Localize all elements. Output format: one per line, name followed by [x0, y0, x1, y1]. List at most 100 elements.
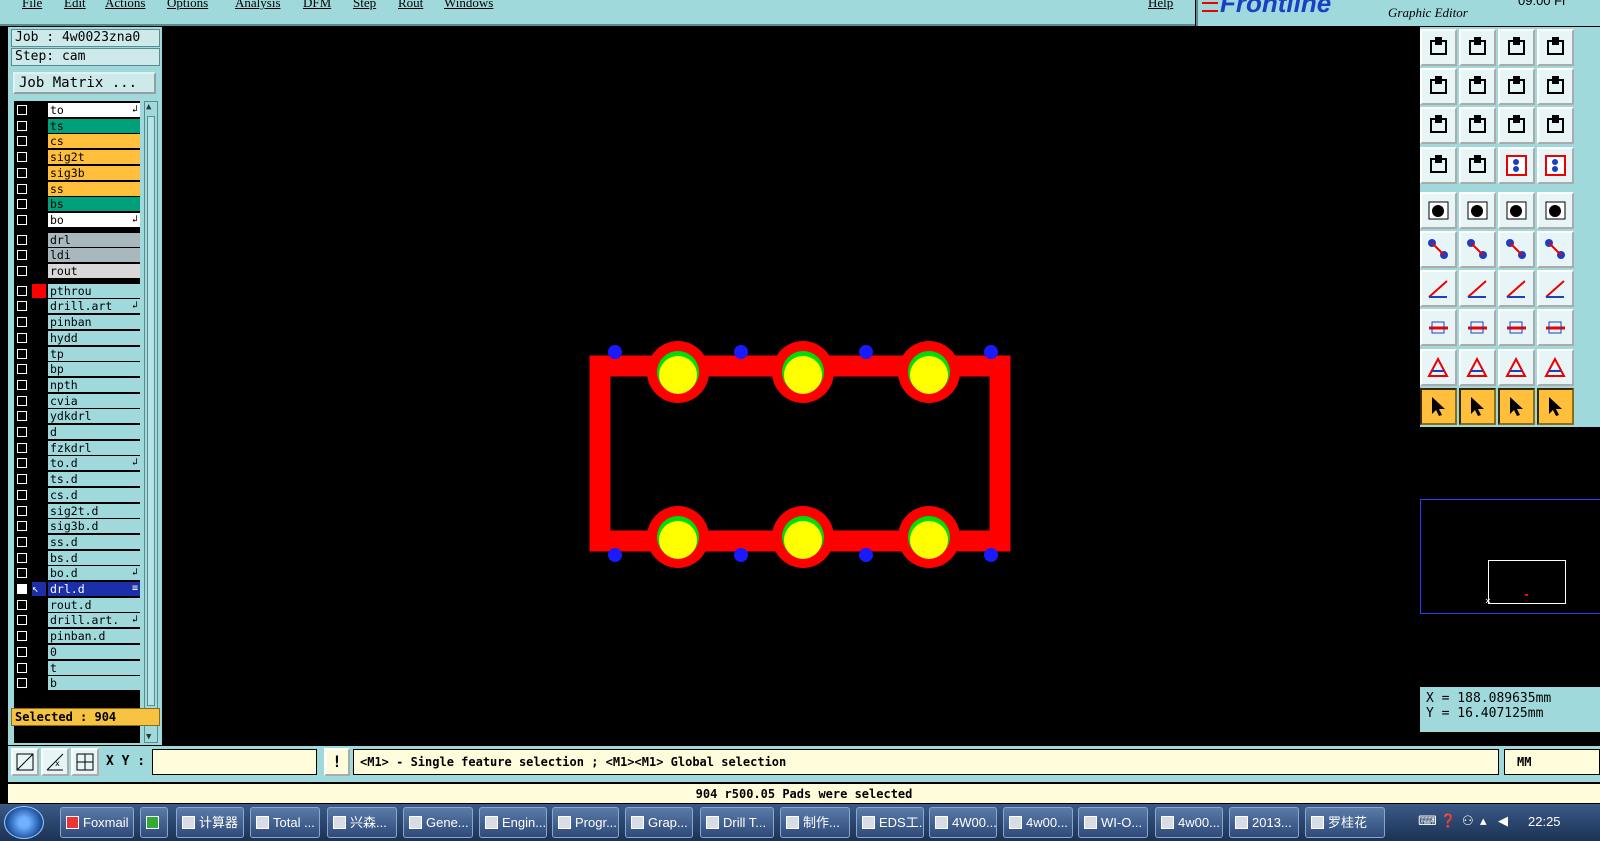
layer-row[interactable]: bo.d ↲: [14, 566, 140, 581]
split-button[interactable]: [1459, 309, 1496, 347]
layer-row[interactable]: ↖ drl.d ≡: [14, 582, 140, 596]
layer-name[interactable]: bo ↲: [48, 212, 140, 227]
layer-name[interactable]: cs: [48, 134, 140, 149]
via-dot[interactable]: [608, 548, 622, 562]
taskbar-item[interactable]: 罗桂花: [1305, 807, 1385, 838]
layer-row[interactable]: sig2t: [14, 150, 140, 165]
taskbar-item[interactable]: 2013...: [1229, 807, 1299, 838]
layer-row[interactable]: cs.d: [14, 487, 140, 502]
drill-pad[interactable]: [659, 521, 697, 559]
layer-name[interactable]: sig2t.d: [48, 503, 140, 518]
layer-name[interactable]: ts: [48, 118, 140, 133]
via-dot[interactable]: [859, 345, 873, 359]
resize-button[interactable]: [1420, 309, 1457, 347]
drill-button[interactable]: [1459, 146, 1496, 184]
layer-checkbox[interactable]: [17, 199, 27, 210]
layer-checkbox[interactable]: [17, 266, 27, 276]
layer-checkbox[interactable]: [17, 301, 27, 312]
layer-name[interactable]: to ↲: [48, 103, 140, 117]
scroll-down-icon[interactable]: ▼: [146, 732, 151, 742]
layer-row[interactable]: ts: [14, 118, 140, 133]
layer-row[interactable]: cvia: [14, 393, 140, 408]
layer-row[interactable]: pinban: [14, 315, 140, 330]
layer-checkbox[interactable]: [17, 152, 27, 163]
layer-checkbox[interactable]: [17, 285, 27, 296]
layer-name[interactable]: to.d ↲: [48, 456, 140, 471]
layer-name[interactable]: bs: [48, 197, 140, 212]
drill-pad[interactable]: [910, 521, 948, 559]
layer-checkbox[interactable]: [17, 136, 27, 147]
layer-name[interactable]: ts.d: [48, 472, 140, 487]
menu-windows[interactable]: Windows: [444, 0, 493, 11]
layer-row[interactable]: 0: [14, 644, 140, 659]
layer-checkbox[interactable]: [17, 442, 27, 453]
layer-name[interactable]: tp: [48, 346, 140, 361]
layer-row[interactable]: ydkdrl: [14, 409, 140, 424]
layer-name[interactable]: drl.d ≡: [48, 582, 140, 596]
copy-button[interactable]: [1537, 231, 1574, 268]
undo-button[interactable]: [1498, 68, 1535, 106]
pan-button[interactable]: [1459, 107, 1496, 145]
layer-checkbox[interactable]: [17, 332, 27, 343]
help-button[interactable]: [1537, 107, 1574, 145]
layer-name[interactable]: ydkdrl: [48, 409, 140, 424]
pcb-drawing[interactable]: [162, 27, 1420, 732]
layer-checkbox[interactable]: [17, 599, 27, 610]
layer-name[interactable]: ldi: [48, 248, 140, 263]
layer-row[interactable]: sig3b.d: [14, 519, 140, 534]
taskbar-item[interactable]: WI-O...: [1078, 807, 1148, 838]
taskbar-item[interactable]: 兴森...: [327, 807, 397, 838]
layer-name[interactable]: pthrou: [48, 283, 140, 298]
taskbar-item[interactable]: EDS工...: [856, 807, 924, 838]
netlist-button[interactable]: [1498, 146, 1535, 184]
layer-row[interactable]: cs: [14, 134, 140, 149]
layer-row[interactable]: ldi: [14, 248, 140, 263]
layer-name[interactable]: sig3b: [48, 165, 140, 180]
redo-button[interactable]: [1537, 68, 1574, 106]
network-icon[interactable]: ⚇: [1462, 813, 1474, 829]
layer-checkbox[interactable]: [17, 364, 27, 375]
layer-row[interactable]: bs: [14, 197, 140, 212]
fit-button[interactable]: [1420, 107, 1457, 145]
layer-row[interactable]: ss: [14, 181, 140, 196]
layer-checkbox[interactable]: [17, 474, 27, 485]
via-dot[interactable]: [859, 548, 873, 562]
select-box-button[interactable]: [1459, 387, 1496, 425]
home-button[interactable]: [1498, 29, 1535, 66]
taskbar-item[interactable]: 制作...: [780, 807, 850, 838]
menu-dfm[interactable]: DFM: [303, 0, 331, 11]
taskbar-item[interactable]: 4w00...: [1155, 807, 1223, 838]
layer-name[interactable]: sig3b.d: [48, 519, 140, 534]
layer-name[interactable]: ss: [48, 181, 140, 196]
layer-checkbox[interactable]: [17, 489, 27, 500]
layer-name[interactable]: ss.d: [48, 534, 140, 549]
layer-row[interactable]: bp: [14, 362, 140, 377]
zoom-next-button[interactable]: [1459, 68, 1496, 106]
layer-name[interactable]: drl: [48, 232, 140, 247]
graphic-canvas[interactable]: [162, 27, 1420, 732]
volume-icon[interactable]: ◀: [1498, 813, 1508, 829]
drill-pad[interactable]: [784, 356, 822, 394]
via-dot[interactable]: [734, 345, 748, 359]
overview-viewport[interactable]: [1488, 560, 1566, 604]
measure-mode-button[interactable]: x: [41, 748, 69, 776]
close-button[interactable]: [1537, 29, 1574, 66]
layer-row[interactable]: pinban.d: [14, 629, 140, 644]
edit-button[interactable]: [1459, 348, 1496, 386]
layer-checkbox[interactable]: [17, 411, 27, 422]
taskbar-item[interactable]: Progr...: [552, 807, 619, 838]
menu-help[interactable]: Help: [1148, 0, 1173, 11]
layer-checkbox[interactable]: [17, 317, 27, 328]
snap-mode-button[interactable]: [11, 748, 39, 776]
taskbar-item[interactable]: Grap...: [625, 807, 693, 838]
delete-button[interactable]: [1459, 231, 1496, 268]
menu-rout[interactable]: Rout: [398, 0, 423, 11]
layer-name[interactable]: bs.d: [48, 550, 140, 565]
menu-edit[interactable]: Edit: [64, 0, 86, 11]
layer-checkbox[interactable]: [17, 521, 27, 532]
layer-row[interactable]: to.d ↲: [14, 456, 140, 471]
poly-button[interactable]: [1537, 348, 1574, 386]
layer-checkbox[interactable]: [17, 250, 27, 261]
layer-name[interactable]: d: [48, 425, 140, 439]
layer-checkbox[interactable]: [17, 505, 27, 516]
